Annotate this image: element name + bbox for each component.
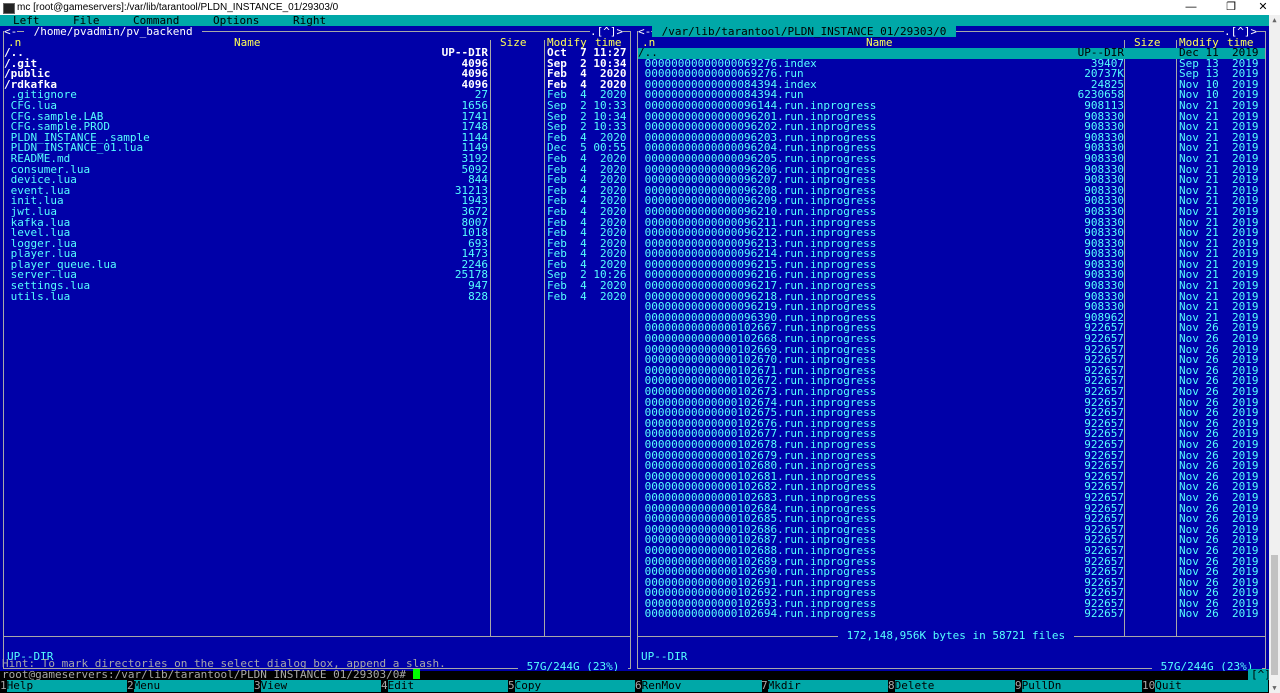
file-row[interactable]: consumer.lua 5092 Feb 4 2020 <box>4 164 630 176</box>
fkey-label: Quit <box>1155 680 1269 692</box>
fkey-number: 5 <box>508 679 515 692</box>
right-panel-path[interactable]: /var/lib/tarantool/PLDN_INSTANCE_01/2930… <box>652 26 957 37</box>
fkey-number: 9 <box>1015 679 1022 692</box>
file-row[interactable]: server.lua 25178 Sep 2 10:26 <box>4 270 630 281</box>
right-disk-usage: 57G/244G (23%) <box>1152 660 1262 671</box>
file-row[interactable]: /rdkafka 4096 Feb 4 2020 <box>4 79 630 91</box>
fkey-number: 2 <box>127 679 134 692</box>
menu-command[interactable]: Command <box>133 15 179 26</box>
file-row[interactable]: device.lua 844 Feb 4 2020 <box>4 174 630 186</box>
scroll-up-icon[interactable]: ▲ <box>1269 15 1280 25</box>
fkey-renmov[interactable]: 6RenMov <box>635 680 762 692</box>
file-size: 828 <box>468 289 488 303</box>
fkey-help[interactable]: 1Help <box>0 680 127 692</box>
fkey-number: 10 <box>1142 679 1156 692</box>
menu-left[interactable]: Left <box>13 15 40 26</box>
fkey-number: 3 <box>254 679 261 692</box>
fkey-label: Copy <box>514 680 635 692</box>
fkey-quit[interactable]: 10Quit <box>1142 680 1269 692</box>
right-header-name[interactable]: Name <box>866 37 893 48</box>
fkey-number: 4 <box>381 679 388 692</box>
file-row[interactable]: .gitignore 27 Feb 4 2020 <box>4 90 630 101</box>
file-row[interactable]: level.lua 1018 Feb 4 2020 <box>4 227 630 239</box>
file-size: 922657 <box>1084 607 1124 621</box>
fkey-number: 6 <box>635 679 642 692</box>
menu-bar: Left File Command Options Right <box>0 15 1269 26</box>
fkey-label: Delete <box>894 680 1015 692</box>
left-panel[interactable]: <- /home/pvadmin/pv_backend .[^]> .n Nam… <box>0 26 634 671</box>
file-row[interactable]: kafka.lua 8007 Feb 4 2020 <box>4 217 630 229</box>
fkey-label: RenMov <box>641 680 762 692</box>
file-row[interactable]: event.lua 31213 Feb 4 2020 <box>4 185 630 197</box>
shell-prompt[interactable]: root@gameservers:/var/lib/tarantool/PLDN… <box>2 669 420 680</box>
file-modified: Nov 26 2019 <box>1179 607 1259 621</box>
close-button[interactable]: ✕ <box>1250 0 1276 15</box>
file-row[interactable]: /public 4096 Feb 4 2020 <box>4 68 630 80</box>
scrollbar-thumb[interactable] <box>1271 555 1278 675</box>
file-row[interactable]: player_queue.lua 2246 Feb 4 2020 <box>4 259 630 271</box>
file-name: 00000000000000102694.run.inprogress <box>638 607 877 621</box>
left-header-size[interactable]: Size <box>500 37 527 48</box>
menu-right[interactable]: Right <box>293 15 326 26</box>
file-name: utils.lua <box>4 289 71 303</box>
file-row[interactable]: settings.lua 947 Feb 4 2020 <box>4 280 630 292</box>
right-header-size[interactable]: Size <box>1134 37 1161 48</box>
file-row[interactable]: PLDN_INSTANCE_01.lua 1149 Dec 5 00:55 <box>4 143 630 154</box>
file-row[interactable]: /.. UP--DIR Oct 7 11:27 <box>4 47 630 59</box>
fkey-pulldn[interactable]: 9PullDn <box>1015 680 1142 692</box>
left-file-list: /.. UP--DIR Oct 7 11:27/.git 4096 Sep 2 10:3… <box>4 47 630 303</box>
scroll-down-icon[interactable]: ▼ <box>1269 683 1280 693</box>
fkey-label: Menu <box>133 680 254 692</box>
file-row[interactable]: /.git 4096 Sep 2 10:34 <box>4 58 630 70</box>
fkey-number: 8 <box>888 679 895 692</box>
fkey-edit[interactable]: 4Edit <box>381 680 508 692</box>
fkey-label: PullDn <box>1021 680 1142 692</box>
fkey-label: Help <box>6 680 127 692</box>
menu-options[interactable]: Options <box>213 15 259 26</box>
file-modified: Feb 4 2020 <box>547 289 627 303</box>
file-row[interactable]: init.lua 1943 Feb 4 2020 <box>4 196 630 207</box>
window-titlebar: mc [root@gameservers]:/var/lib/tarantool… <box>0 0 1280 15</box>
fkey-delete[interactable]: 8Delete <box>888 680 1015 692</box>
left-header-name[interactable]: Name <box>234 37 261 48</box>
file-row[interactable]: README.md 3192 Feb 4 2020 <box>4 153 630 165</box>
left-panel-mini-divider <box>4 636 630 637</box>
terminal-scrollbar[interactable]: ▲ ▼ <box>1269 15 1280 693</box>
menu-file[interactable]: File <box>73 15 100 26</box>
maximize-button[interactable]: ❐ <box>1218 0 1244 15</box>
file-row[interactable]: logger.lua 693 Feb 4 2020 <box>4 238 630 250</box>
file-row[interactable]: jwt.lua 3672 Feb 4 2020 <box>4 206 630 218</box>
left-disk-usage: 57G/244G (23%) <box>518 660 628 671</box>
fkey-label: Edit <box>387 680 508 692</box>
text-cursor <box>412 669 420 679</box>
fkey-view[interactable]: 3View <box>254 680 381 692</box>
function-key-bar: 1Help 2Menu 3View 4Edit 5Copy 6RenMov 7Mkdir 8D… <box>0 680 1269 692</box>
fkey-menu[interactable]: 2Menu <box>127 680 254 692</box>
right-panel-summary: 172,148,956K bytes in 58721 files <box>838 629 1074 642</box>
fkey-number: 1 <box>0 679 7 692</box>
terminal-area[interactable]: Left File Command Options Right <- /home… <box>0 15 1269 693</box>
file-row[interactable]: utils.lua 828 Feb 4 2020 <box>4 289 630 303</box>
right-panel[interactable]: <- /var/lib/tarantool/PLDN_INSTANCE_01/2… <box>634 26 1269 671</box>
file-row[interactable]: 00000000000000102694.run.inprogress 92265… <box>638 609 1265 620</box>
fkey-label: Mkdir <box>767 680 888 692</box>
window-title: mc [root@gameservers]:/var/lib/tarantool… <box>17 2 339 13</box>
terminal-icon <box>3 3 15 14</box>
fkey-mkdir[interactable]: 7Mkdir <box>761 680 888 692</box>
fkey-label: View <box>260 680 381 692</box>
subshell-menu-button[interactable]: [^] <box>1248 669 1269 680</box>
right-file-list: /.. UP--DIR Dec 11 2019 000000000000000692… <box>638 47 1265 620</box>
minimize-button[interactable]: — <box>1178 0 1204 15</box>
left-panel-path[interactable]: /home/pvadmin/pv_backend <box>24 26 203 37</box>
fkey-copy[interactable]: 5Copy <box>508 680 635 692</box>
right-panel-status: UP--DIR <box>641 650 688 663</box>
fkey-number: 7 <box>761 679 768 692</box>
